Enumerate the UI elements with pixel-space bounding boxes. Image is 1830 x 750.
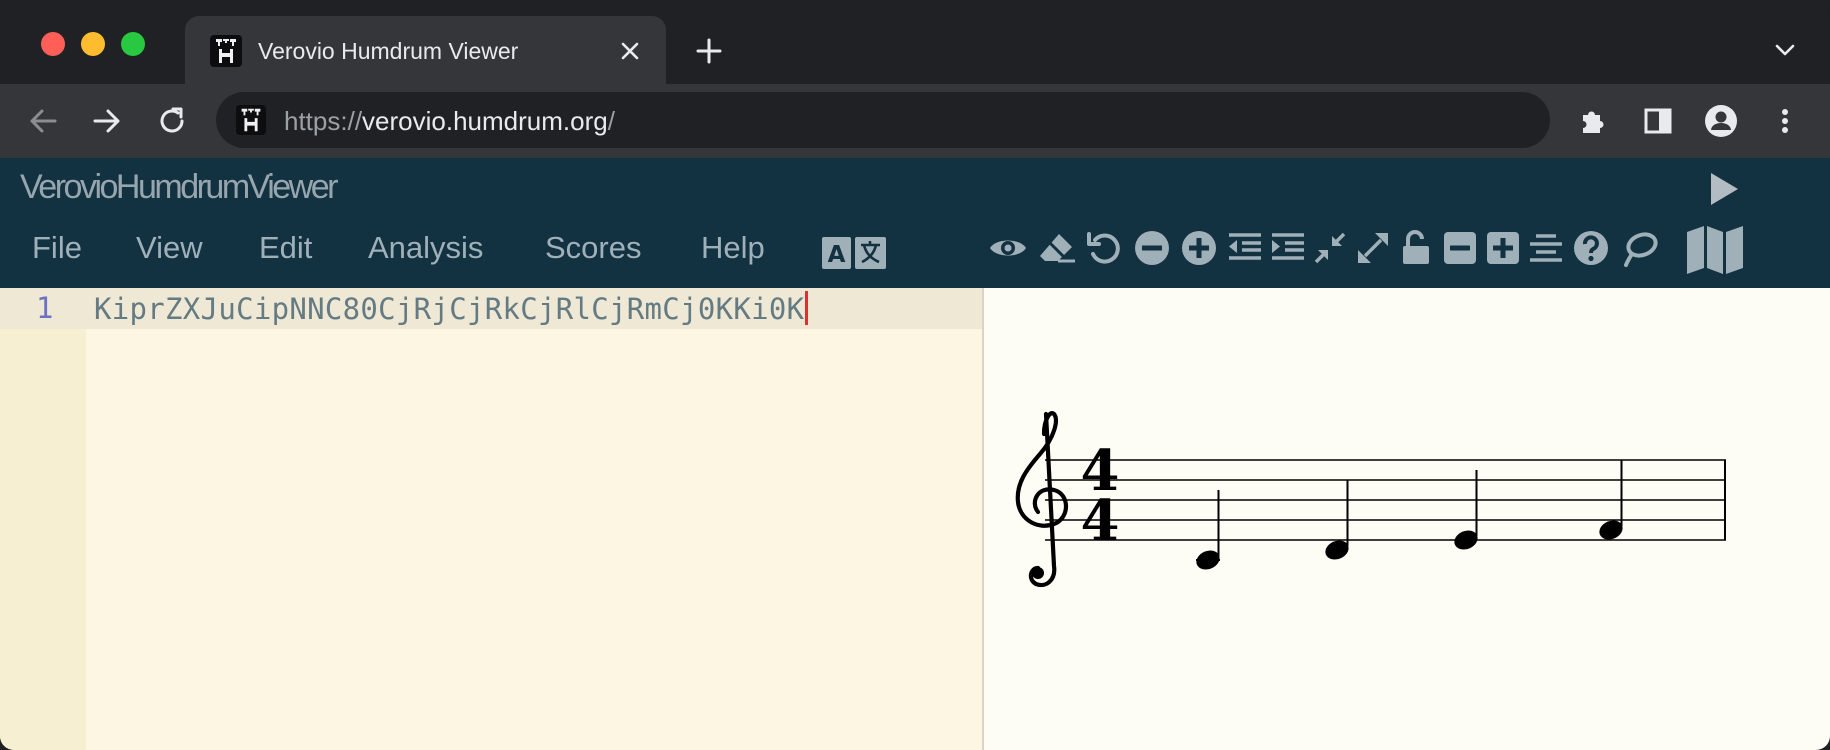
address-bar[interactable]: https://verovio.humdrum.org/: [216, 92, 1550, 148]
lasso-icon[interactable]: [1620, 228, 1660, 268]
zoom-in-icon[interactable]: [1179, 228, 1219, 268]
translate-icon[interactable]: A: [822, 236, 886, 270]
app-header: VerovioHumdrumViewer File View Edit Anal…: [0, 158, 1830, 288]
new-tab-icon[interactable]: [695, 37, 723, 65]
app-title: VerovioHumdrumViewer: [20, 168, 338, 206]
reload-icon[interactable]: [156, 105, 188, 137]
align-center-icon[interactable]: [1526, 228, 1566, 268]
more-menu-icon[interactable]: [1768, 104, 1802, 138]
browser-toolbar: https://verovio.humdrum.org/: [0, 84, 1830, 158]
help-icon[interactable]: [1571, 228, 1611, 268]
line-number: 1: [36, 291, 54, 325]
menu-file[interactable]: File: [32, 230, 82, 266]
tab-strip: Verovio Humdrum Viewer: [0, 0, 1830, 84]
music-score: 4 4: [1015, 411, 1726, 588]
tab-title: Verovio Humdrum Viewer: [258, 38, 519, 64]
map-icon[interactable]: [1685, 224, 1745, 276]
profile-avatar-icon[interactable]: [1704, 104, 1738, 138]
extensions-puzzle-icon[interactable]: [1576, 104, 1610, 138]
url-path: /: [607, 106, 615, 136]
notation-panel: 4 4: [984, 288, 1830, 750]
back-arrow-icon[interactable]: [27, 105, 59, 137]
line-gutter: [0, 288, 86, 750]
menu-edit[interactable]: Edit: [259, 230, 312, 266]
site-favicon-icon: [236, 105, 266, 135]
minimize-window-button[interactable]: [81, 32, 105, 56]
menu-analysis[interactable]: Analysis: [368, 230, 483, 266]
menu-view[interactable]: View: [136, 230, 203, 266]
url-scheme: https://: [284, 106, 363, 136]
play-icon[interactable]: [1707, 170, 1741, 208]
unlock-icon[interactable]: [1397, 228, 1437, 268]
compress-icon[interactable]: [1310, 228, 1350, 268]
zoom-out-icon[interactable]: [1132, 228, 1172, 268]
eye-icon[interactable]: [988, 228, 1028, 268]
vhv-favicon-icon: [210, 35, 242, 67]
staff-lines: [1045, 459, 1726, 541]
side-panel-icon[interactable]: [1641, 104, 1675, 138]
text-cursor: [805, 291, 809, 325]
note-d4[interactable]: [1323, 480, 1352, 563]
code-text: KiprZXJuCipNNC80CjRjCjRkCjRlCjRmCj0KKi0K: [94, 292, 805, 326]
browser-tab[interactable]: Verovio Humdrum Viewer: [185, 16, 666, 84]
close-tab-icon[interactable]: [619, 40, 641, 62]
plus-square-icon[interactable]: [1483, 228, 1523, 268]
treble-clef: [1015, 411, 1069, 588]
code-line[interactable]: KiprZXJuCipNNC80CjRjCjRkCjRlCjRmCj0KKi0K: [94, 291, 809, 326]
indent-icon[interactable]: [1268, 228, 1308, 268]
url-host: verovio.humdrum.org: [362, 106, 608, 136]
forward-arrow-icon[interactable]: [91, 105, 123, 137]
menu-scores[interactable]: Scores: [545, 230, 641, 266]
note-c4[interactable]: [1194, 490, 1223, 573]
svg-text:A: A: [828, 242, 846, 268]
close-window-button[interactable]: [41, 32, 65, 56]
maximize-window-button[interactable]: [121, 32, 145, 56]
time-signature-bottom: 4: [1081, 488, 1120, 554]
minus-square-icon[interactable]: [1440, 228, 1480, 268]
expand-icon[interactable]: [1353, 228, 1393, 268]
humdrum-text-editor[interactable]: 1 KiprZXJuCipNNC80CjRjCjRkCjRlCjRmCj0KKi…: [0, 288, 982, 750]
eraser-icon[interactable]: [1037, 228, 1077, 268]
note-e4[interactable]: [1452, 470, 1481, 553]
note-f4[interactable]: [1597, 460, 1626, 543]
browser-window: Verovio Humdrum Viewer https://verovio.h…: [0, 0, 1830, 750]
outdent-icon[interactable]: [1225, 228, 1265, 268]
chevron-down-icon[interactable]: [1774, 42, 1796, 58]
url-text: https://verovio.humdrum.org/: [284, 106, 615, 137]
undo-icon[interactable]: [1085, 228, 1125, 268]
menu-help[interactable]: Help: [701, 230, 765, 266]
